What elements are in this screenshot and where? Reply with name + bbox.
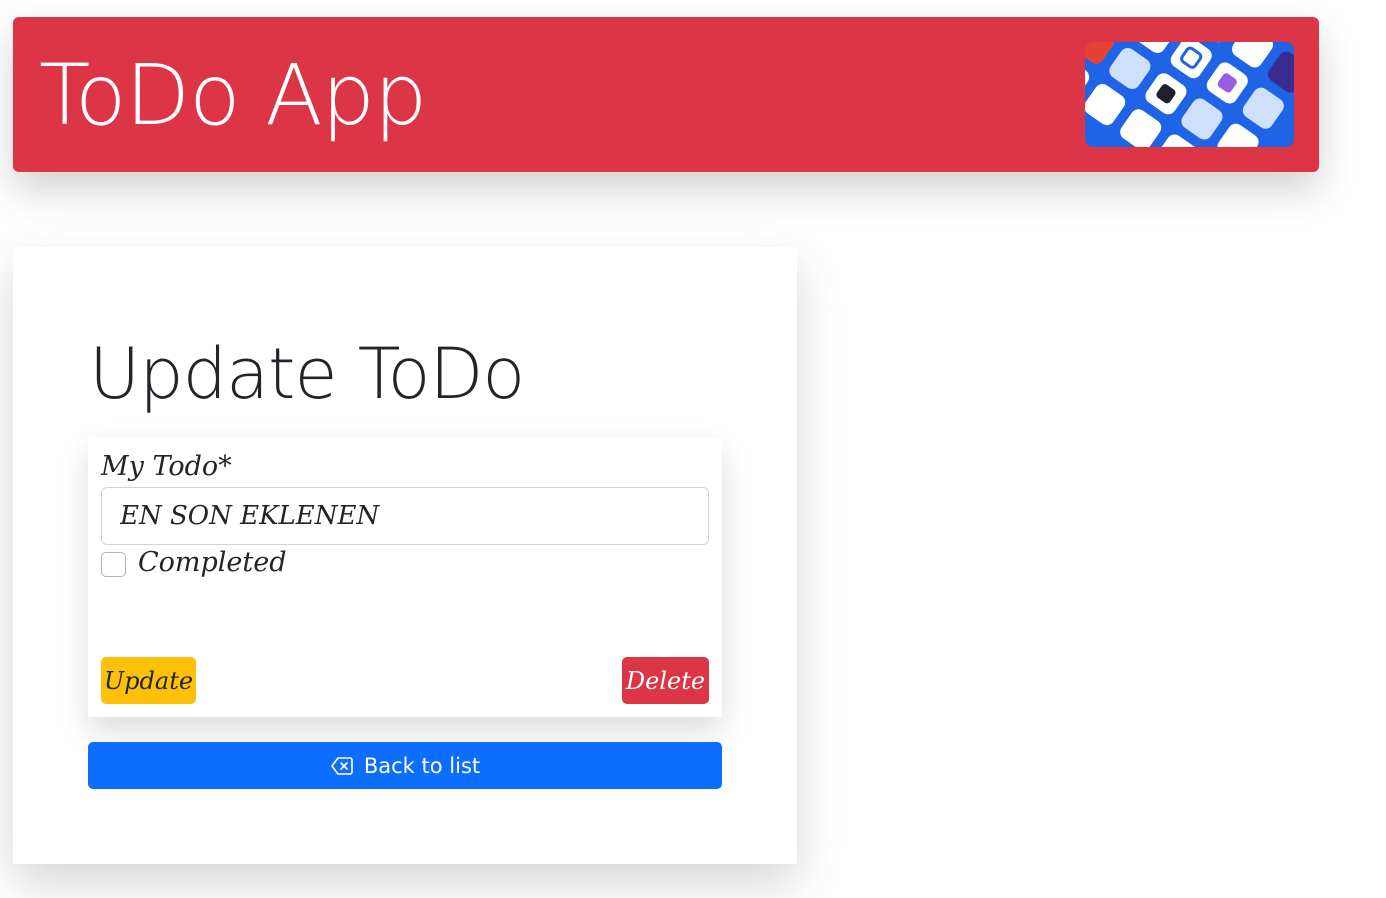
backspace-icon (330, 754, 354, 778)
todo-label: My Todo* (101, 451, 232, 482)
completed-label[interactable]: Completed (138, 547, 287, 578)
completed-row: Completed (101, 547, 287, 578)
todo-input[interactable] (101, 487, 709, 545)
update-todo-form: My Todo* Completed Update Delete (88, 437, 722, 717)
delete-button[interactable]: Delete (622, 657, 709, 704)
back-to-list-label: Back to list (363, 753, 481, 778)
page-title: Update ToDo (89, 333, 525, 415)
brand-title[interactable]: ToDo App (39, 46, 427, 144)
update-button[interactable]: Update (101, 657, 196, 704)
completed-checkbox[interactable] (101, 552, 126, 577)
navbar: ToDo App (13, 17, 1319, 172)
todo-apps-collage-icon (1085, 42, 1294, 147)
update-todo-card: Update ToDo My Todo* Completed Update De… (13, 247, 797, 864)
back-to-list-button[interactable]: Back to list (88, 742, 722, 789)
